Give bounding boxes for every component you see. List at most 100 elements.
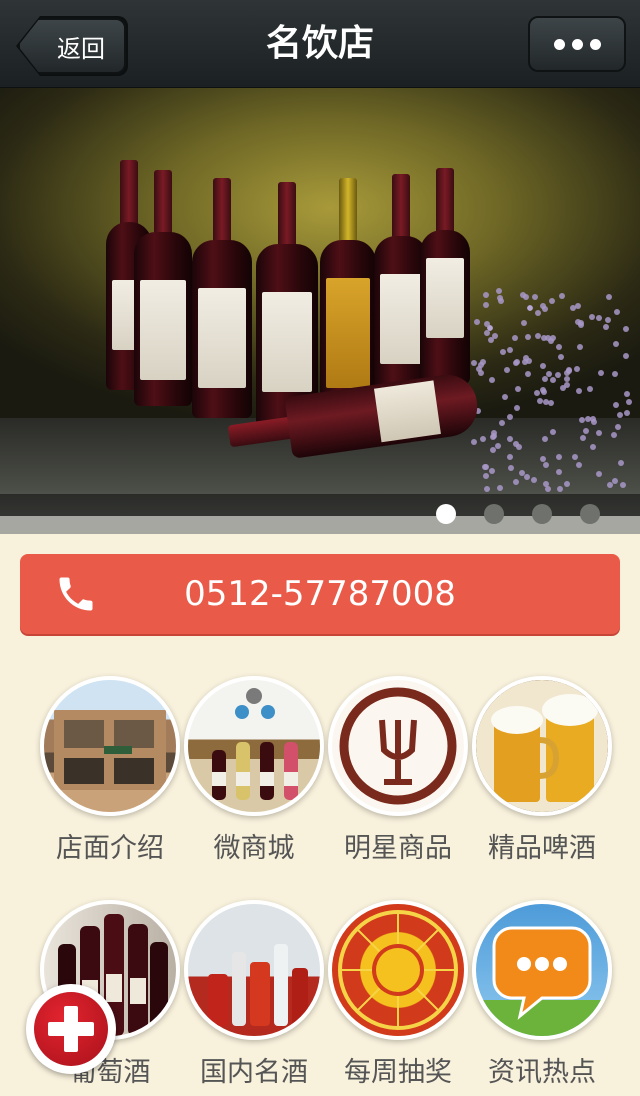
lavender-flower xyxy=(555,372,561,378)
lavender-flower xyxy=(483,302,489,308)
lavender-flower xyxy=(542,436,548,442)
menu-item-weekly-lottery[interactable]: 每周抽奖 xyxy=(328,900,468,1096)
slide-dot[interactable] xyxy=(484,504,504,524)
call-button[interactable]: 0512-57787008 xyxy=(20,554,620,634)
banner-carousel[interactable] xyxy=(0,88,640,534)
lavender-flower xyxy=(596,430,602,436)
lavender-flower xyxy=(626,399,632,405)
lavender-flower xyxy=(483,292,489,298)
lavender-flower xyxy=(590,444,596,450)
back-button[interactable]: 返回 xyxy=(18,18,126,74)
lavender-flower xyxy=(615,424,621,430)
phone-icon xyxy=(59,577,93,611)
menu-item-micro-mall[interactable]: 微商城 xyxy=(184,676,324,876)
lavender-flower xyxy=(606,294,612,300)
lavender-flower xyxy=(513,479,519,485)
menu-item-premium-beer[interactable]: 精品啤酒 xyxy=(472,676,612,876)
lavender-flower xyxy=(580,435,586,441)
lavender-flower xyxy=(559,293,565,299)
lavender-flower xyxy=(540,363,546,369)
lottery-wheel-icon xyxy=(328,900,468,1040)
menu-item-domestic-liquor[interactable]: 国内名酒 xyxy=(184,900,324,1096)
menu-item-news[interactable]: 资讯热点 xyxy=(472,900,612,1096)
lavender-flower xyxy=(474,319,480,325)
lavender-flower xyxy=(497,295,503,301)
back-button-label: 返回 xyxy=(57,34,105,63)
menu-item-store-intro[interactable]: 店面介绍 xyxy=(40,676,180,876)
lavender-flower xyxy=(603,324,609,330)
lavender-flower xyxy=(596,471,602,477)
lavender-flower xyxy=(564,481,570,487)
more-dots-icon xyxy=(553,38,601,50)
lavender-flower xyxy=(507,347,513,353)
menu-item-label: 微商城 xyxy=(213,833,295,864)
lavender-flower xyxy=(519,470,525,476)
menu-item-label: 店面介绍 xyxy=(56,833,164,864)
lavender-flower xyxy=(624,391,630,397)
lavender-flower xyxy=(523,294,529,300)
lavender-flower xyxy=(502,394,508,400)
lavender-flower xyxy=(535,310,541,316)
lavender-flower xyxy=(525,371,531,377)
lavender-flower xyxy=(491,430,497,436)
lavender-flower xyxy=(524,474,530,480)
lavender-flower xyxy=(504,367,510,373)
more-button[interactable] xyxy=(528,16,626,72)
lavender-flower xyxy=(620,482,626,488)
add-fab-button[interactable] xyxy=(26,984,116,1074)
slide-dot[interactable] xyxy=(532,504,552,524)
menu-item-label: 明星商品 xyxy=(344,833,452,864)
lavender-flower xyxy=(542,376,548,382)
slide-dot[interactable] xyxy=(580,504,600,524)
lavender-flower xyxy=(482,464,488,470)
lavender-flower xyxy=(549,298,555,304)
lavender-flower xyxy=(585,416,591,422)
lavender-flower xyxy=(492,333,498,339)
lavender-flower xyxy=(514,405,520,411)
lavender-flower xyxy=(489,377,495,383)
micro-mall-image xyxy=(184,676,324,816)
lavender-flower xyxy=(515,386,521,392)
lavender-flower xyxy=(500,349,506,355)
lavender-flower xyxy=(543,399,549,405)
lavender-flower xyxy=(611,432,617,438)
lavender-flower xyxy=(587,386,593,392)
menu-item-label: 国内名酒 xyxy=(200,1057,308,1088)
lavender-flower xyxy=(484,330,490,336)
lavender-flower xyxy=(612,478,618,484)
lavender-flower xyxy=(564,382,570,388)
lavender-flower xyxy=(532,294,538,300)
lavender-flower xyxy=(556,454,562,460)
menu-item-star-products[interactable]: 明星商品 xyxy=(328,676,468,876)
menu-item-label: 每周抽奖 xyxy=(344,1057,452,1088)
lavender-flower xyxy=(558,354,564,360)
lavender-flower xyxy=(534,390,540,396)
lavender-flower xyxy=(525,334,531,340)
lavender-flower xyxy=(566,367,572,373)
lavender-flower xyxy=(507,436,513,442)
lavender-flower xyxy=(499,420,505,426)
lavender-flower xyxy=(598,370,604,376)
lavender-flower xyxy=(484,486,490,492)
menu-item-label: 资讯热点 xyxy=(488,1057,596,1088)
lavender-flower xyxy=(471,439,477,445)
lavender-flower xyxy=(570,305,576,311)
banner-bottle xyxy=(420,168,470,384)
lavender-flower xyxy=(548,338,554,344)
lavender-flower xyxy=(624,410,630,416)
chat-bubble-icon xyxy=(472,900,612,1040)
header-bar: 返回 名饮店 xyxy=(0,0,640,88)
lavender-flower xyxy=(578,322,584,328)
lavender-flower xyxy=(612,371,618,377)
lavender-flower xyxy=(535,333,541,339)
liquor-bottles-image xyxy=(184,900,324,1040)
lavender-flower xyxy=(476,366,482,372)
lavender-flower xyxy=(471,360,477,366)
phone-number: 0512-57787008 xyxy=(184,574,456,614)
lavender-flower xyxy=(489,468,495,474)
lavender-flower xyxy=(508,465,514,471)
store-front-image xyxy=(40,676,180,816)
lavender-flower xyxy=(572,454,578,460)
slide-dot-active[interactable] xyxy=(436,504,456,524)
lavender-flower xyxy=(545,486,551,492)
